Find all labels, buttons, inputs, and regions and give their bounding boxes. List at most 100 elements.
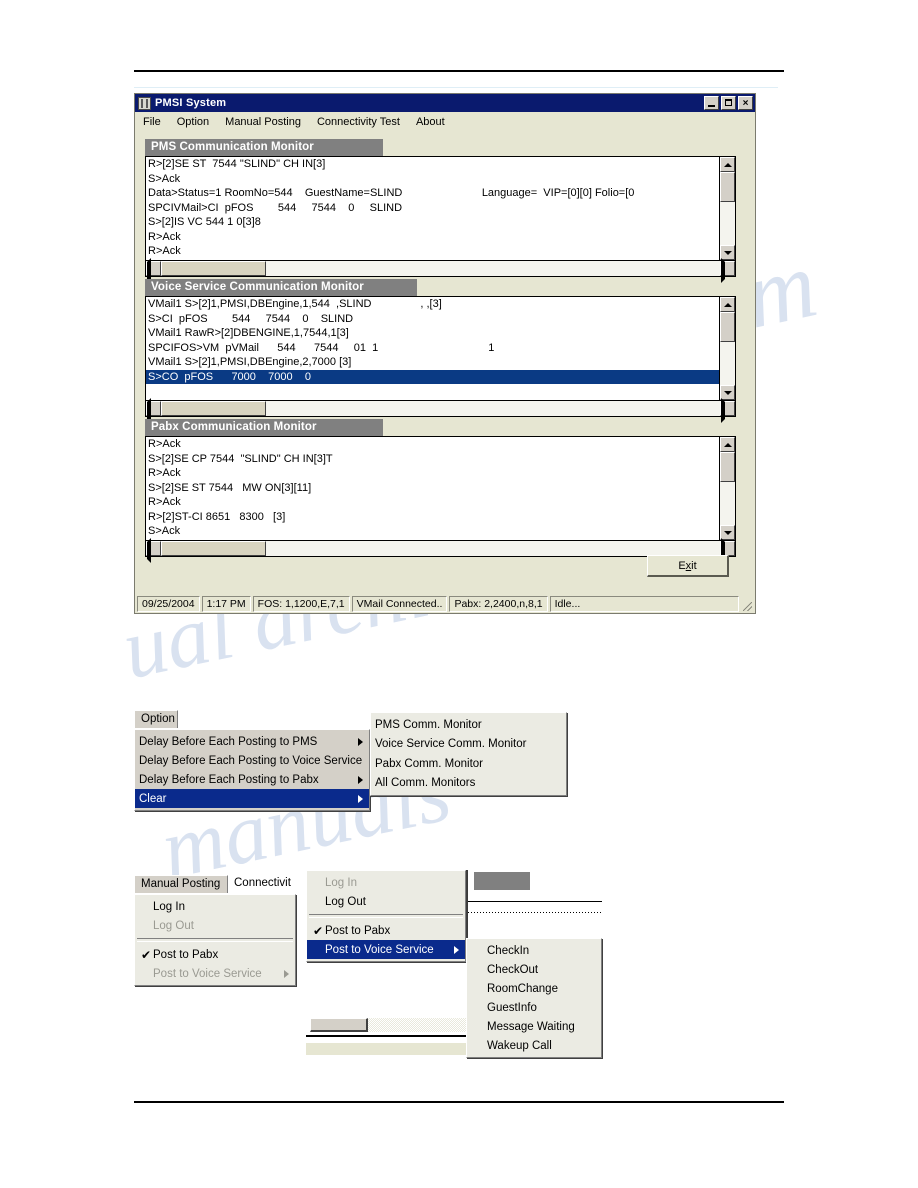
menubar-item-connectivity-test[interactable]: Connectivity Test bbox=[317, 115, 409, 129]
status-state: Idle... bbox=[549, 596, 739, 612]
submenu-item-pabx-comm-monitor[interactable]: Pabx Comm. Monitor bbox=[371, 754, 566, 774]
menu-item-label: Delay Before Each Posting to Voice Servi… bbox=[139, 754, 363, 767]
menubar-item-about[interactable]: About bbox=[416, 115, 454, 129]
submenu-item-pms-comm-monitor[interactable]: PMS Comm. Monitor bbox=[371, 715, 566, 735]
log-line: R>Ack bbox=[148, 245, 181, 257]
log-line: R>Ack bbox=[148, 438, 181, 450]
menu-item-post-to-pabx[interactable]: ✔ Post to Pabx bbox=[307, 921, 465, 940]
menubar-item-option[interactable]: Option bbox=[177, 115, 218, 129]
submenu-item-checkout[interactable]: CheckOut bbox=[467, 960, 601, 979]
scroll-left-button[interactable] bbox=[146, 398, 161, 423]
manual-posting-dropdown-left: Log In Log Out ✔ Post to Pabx Post to Vo… bbox=[134, 894, 296, 986]
scroll-track[interactable] bbox=[720, 172, 735, 245]
log-line: SPCIFOS>VM pVMail 544 7544 01 1 1 bbox=[148, 341, 495, 354]
application-icon bbox=[138, 96, 151, 110]
exit-button[interactable]: Ex it bbox=[647, 555, 729, 577]
scroll-left-button[interactable] bbox=[146, 538, 161, 563]
submenu-item-message-waiting[interactable]: Message Waiting bbox=[467, 1017, 601, 1036]
menubar-item-manual-posting[interactable]: Manual Posting bbox=[225, 115, 310, 129]
scroll-track[interactable] bbox=[720, 452, 735, 525]
scroll-up-button[interactable] bbox=[720, 157, 735, 172]
check-mark-icon: ✔ bbox=[140, 947, 152, 962]
scroll-track[interactable] bbox=[161, 401, 720, 416]
window-title: PMSI System bbox=[155, 97, 227, 109]
menu-item-post-to-voice-service[interactable]: Post to Voice Service bbox=[307, 940, 465, 959]
menubar-item-file[interactable]: File bbox=[143, 115, 170, 129]
log-line-selected[interactable]: S>CO pFOS 7000 7000 0 bbox=[146, 369, 721, 384]
scroll-thumb[interactable] bbox=[720, 312, 735, 342]
log-line: R>[2]SE ST 7544 "SLIND" CH IN[3] bbox=[148, 158, 326, 170]
scroll-thumb[interactable] bbox=[720, 172, 735, 202]
scroll-right-button[interactable] bbox=[720, 258, 735, 283]
scroll-thumb[interactable] bbox=[161, 401, 266, 416]
scroll-thumb[interactable] bbox=[161, 541, 266, 556]
status-date: 09/25/2004 bbox=[137, 596, 200, 612]
scroll-right-button[interactable] bbox=[720, 398, 735, 423]
minimize-icon bbox=[708, 105, 715, 107]
menu-item-label: Pabx Comm. Monitor bbox=[375, 757, 484, 770]
scroll-up-button[interactable] bbox=[720, 437, 735, 452]
menu-item-log-out[interactable]: Log Out bbox=[307, 892, 465, 911]
menu-item-label: Log Out bbox=[153, 919, 194, 932]
menu-item-label: Post to Pabx bbox=[153, 948, 219, 961]
voice-monitor-body: VMail1 S>[2]1,PMSI,DBEngine,1,544 ,SLIND… bbox=[145, 296, 736, 423]
submenu-item-guestinfo[interactable]: GuestInfo bbox=[467, 998, 601, 1017]
submenu-item-wakeup-call[interactable]: Wakeup Call bbox=[467, 1036, 601, 1055]
close-icon: × bbox=[742, 98, 749, 109]
pms-monitor-vertical-scrollbar[interactable] bbox=[719, 157, 735, 260]
menu-item-delay-posting-voice-service[interactable]: Delay Before Each Posting to Voice Servi… bbox=[135, 751, 386, 770]
submenu-item-all-comm-monitors[interactable]: All Comm. Monitors bbox=[371, 774, 566, 794]
menu-item-post-to-voice-service: Post to Voice Service bbox=[135, 964, 295, 983]
log-line: VMail1 RawR>[2]DBENGINE,1,7544,1[3] bbox=[148, 327, 349, 339]
menu-item-clear[interactable]: Clear bbox=[135, 789, 369, 808]
minimize-button[interactable] bbox=[704, 96, 719, 110]
scroll-track[interactable] bbox=[161, 261, 720, 276]
status-bar: 09/25/2004 1:17 PM FOS: 1,1200,E,7,1 VMa… bbox=[135, 595, 755, 613]
voice-monitor-vertical-scrollbar[interactable] bbox=[719, 297, 735, 400]
scroll-track[interactable] bbox=[720, 312, 735, 385]
pmsi-system-window: PMSI System × File Option Manual Posting… bbox=[134, 93, 756, 614]
scroll-up-button[interactable] bbox=[720, 297, 735, 312]
manual-posting-menu-tab[interactable]: Manual Posting bbox=[134, 875, 228, 893]
pabx-monitor-horizontal-scrollbar[interactable] bbox=[146, 538, 735, 563]
menu-item-post-to-pabx[interactable]: ✔ Post to Pabx bbox=[135, 945, 295, 964]
pabx-monitor-vertical-scrollbar[interactable] bbox=[719, 437, 735, 540]
pabx-monitor-log[interactable]: R>Ack S>[2]SE CP 7544 "SLIND" CH IN[3]T … bbox=[146, 437, 735, 540]
scroll-track[interactable] bbox=[161, 541, 720, 556]
maximize-button[interactable] bbox=[721, 96, 736, 110]
resize-grip-icon[interactable] bbox=[741, 596, 753, 612]
menu-item-label: PMS Comm. Monitor bbox=[375, 718, 482, 731]
option-menu-tab[interactable]: Option bbox=[134, 710, 178, 728]
menu-item-label: Wakeup Call bbox=[487, 1039, 552, 1052]
submenu-item-voice-service-comm-monitor[interactable]: Voice Service Comm. Monitor bbox=[371, 735, 566, 755]
log-line: R>Ack bbox=[148, 467, 181, 479]
scroll-thumb[interactable] bbox=[161, 261, 266, 276]
menu-item-delay-posting-pabx[interactable]: Delay Before Each Posting to Pabx bbox=[135, 770, 369, 789]
triangle-down-icon bbox=[723, 390, 732, 395]
voice-monitor-horizontal-scrollbar[interactable] bbox=[146, 398, 735, 423]
scroll-right-button[interactable] bbox=[720, 538, 735, 563]
menu-item-label: CheckOut bbox=[487, 963, 539, 976]
scroll-left-button[interactable] bbox=[146, 258, 161, 283]
pms-monitor-horizontal-scrollbar[interactable] bbox=[146, 258, 735, 283]
triangle-up-icon bbox=[723, 162, 732, 167]
submenu-arrow-icon bbox=[358, 775, 363, 784]
close-button[interactable]: × bbox=[738, 96, 753, 110]
maximize-icon bbox=[725, 99, 732, 106]
window-titlebar[interactable]: PMSI System × bbox=[135, 94, 755, 112]
pabx-monitor-header: Pabx Communication Monitor bbox=[145, 419, 383, 436]
log-line: Data>Status=1 RoomNo=544 GuestName=SLIND… bbox=[148, 187, 635, 199]
menu-item-log-in[interactable]: Log In bbox=[135, 897, 295, 916]
background-scroll-track-fragment bbox=[368, 1018, 466, 1032]
scroll-thumb[interactable] bbox=[720, 452, 735, 482]
submenu-item-checkin[interactable]: CheckIn bbox=[467, 941, 601, 960]
menu-item-delay-posting-pms[interactable]: Delay Before Each Posting to PMS bbox=[135, 732, 369, 751]
submenu-arrow-icon bbox=[358, 737, 363, 746]
log-line: S>[2]SE ST 7544 MW ON[3][11] bbox=[148, 481, 312, 494]
pms-monitor-log[interactable]: R>[2]SE ST 7544 "SLIND" CH IN[3] S>Ack D… bbox=[146, 157, 735, 260]
voice-monitor-log[interactable]: VMail1 S>[2]1,PMSI,DBEngine,1,544 ,SLIND… bbox=[146, 297, 735, 400]
menu-item-label: Log In bbox=[153, 900, 185, 913]
submenu-item-roomchange[interactable]: RoomChange bbox=[467, 979, 601, 998]
connectivity-test-menu-tab[interactable]: Connectivit bbox=[228, 875, 298, 892]
log-line: R>Ack bbox=[148, 496, 181, 508]
